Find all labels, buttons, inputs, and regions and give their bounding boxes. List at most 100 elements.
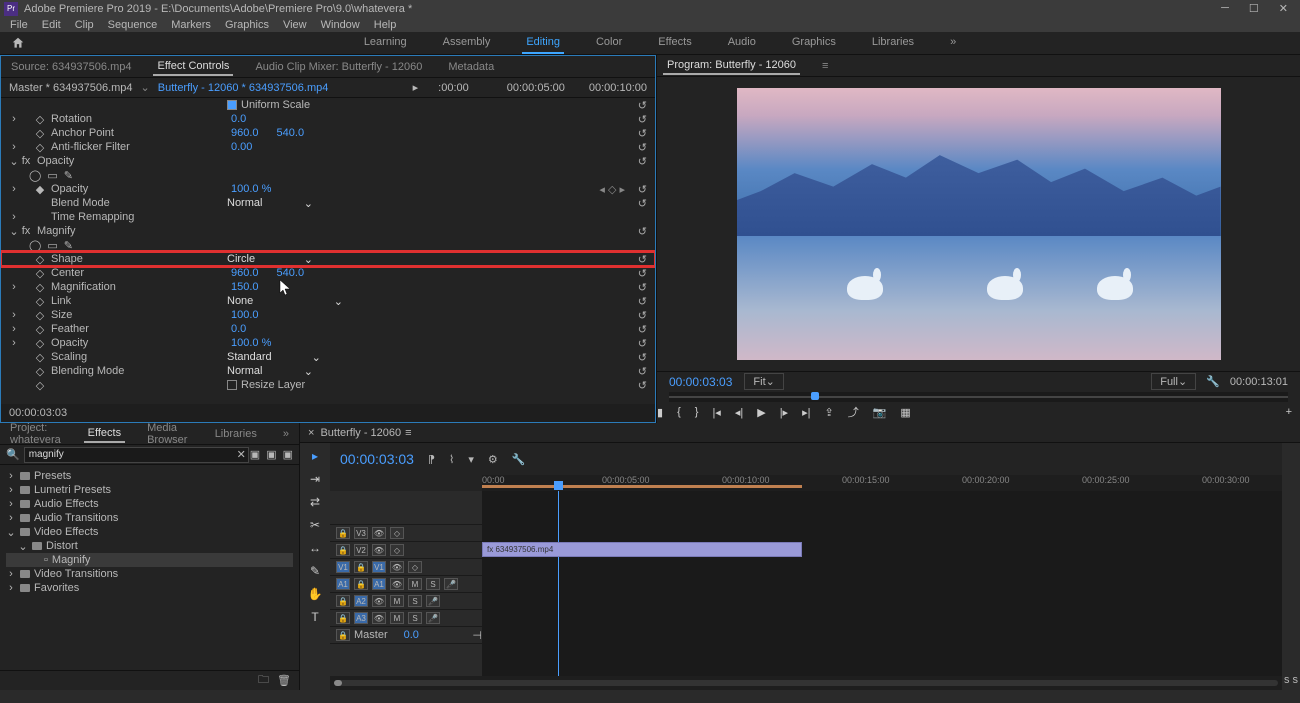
menu-graphics[interactable]: Graphics bbox=[219, 19, 275, 31]
reset-icon[interactable]: ↺ bbox=[638, 337, 647, 350]
panel-menu-icon[interactable]: ≡ bbox=[405, 427, 411, 439]
reset-icon[interactable]: ↺ bbox=[638, 267, 647, 280]
go-to-out-button[interactable]: ▸| bbox=[802, 406, 810, 419]
timeline-track-area[interactable]: fx 634937506.mp4 bbox=[482, 491, 1282, 676]
track-v2[interactable]: 🔒V2👁◇ bbox=[330, 542, 482, 559]
keyframe-toggle[interactable]: ◇ bbox=[33, 365, 47, 378]
go-to-in-button[interactable]: |◂ bbox=[712, 406, 720, 419]
wrench-icon[interactable]: 🔧 bbox=[512, 453, 526, 466]
size-value[interactable]: 100.0 bbox=[227, 309, 259, 321]
tab-program[interactable]: Program: Butterfly - 12060 bbox=[663, 57, 800, 75]
opacity-group-label[interactable]: Opacity bbox=[33, 155, 227, 167]
reset-icon[interactable]: ↺ bbox=[638, 281, 647, 294]
reset-icon[interactable]: ↺ bbox=[638, 309, 647, 322]
add-marker-button[interactable]: ▮ bbox=[657, 406, 663, 419]
keyframe-toggle[interactable]: ◇ bbox=[33, 113, 47, 126]
reset-icon[interactable]: ↺ bbox=[638, 365, 647, 378]
tree-favorites[interactable]: ›Favorites bbox=[6, 581, 293, 595]
master-clip-label[interactable]: Master * 634937506.mp4 bbox=[9, 82, 133, 94]
selection-tool[interactable]: ▸ bbox=[312, 449, 318, 463]
keyframe-toggle[interactable]: ◇ bbox=[33, 141, 47, 154]
tab-project[interactable]: Project: whatevera bbox=[6, 420, 66, 448]
keyframe-toggle[interactable]: ◇ bbox=[33, 351, 47, 364]
workspace-graphics[interactable]: Graphics bbox=[788, 32, 840, 54]
close-window-button[interactable]: ✕ bbox=[1279, 2, 1288, 15]
home-button[interactable] bbox=[8, 33, 28, 53]
reset-icon[interactable]: ↺ bbox=[638, 351, 647, 364]
tree-video-transitions[interactable]: ›Video Transitions bbox=[6, 567, 293, 581]
fx-badge[interactable]: fx bbox=[19, 225, 33, 237]
clear-search-icon[interactable]: ✕ bbox=[237, 448, 246, 461]
tree-lumetri[interactable]: ›Lumetri Presets bbox=[6, 483, 293, 497]
add-marker-icon[interactable]: ▾ bbox=[468, 453, 474, 466]
workspace-effects[interactable]: Effects bbox=[654, 32, 695, 54]
menu-view[interactable]: View bbox=[277, 19, 313, 31]
step-back-button[interactable]: ◂| bbox=[735, 406, 743, 419]
type-tool[interactable]: T bbox=[311, 610, 318, 624]
blending-mode-dropdown[interactable]: Normal bbox=[227, 365, 317, 378]
effect-controls-timecode[interactable]: 00:00:03:03 bbox=[9, 407, 67, 419]
center-y-value[interactable]: 540.0 bbox=[273, 267, 305, 279]
accelerated-filter-icon[interactable]: ▣ bbox=[250, 448, 260, 461]
shape-dropdown[interactable]: Circle bbox=[227, 253, 317, 266]
resolution-dropdown[interactable]: Full ⌄ bbox=[1151, 373, 1196, 390]
workspace-libraries[interactable]: Libraries bbox=[868, 32, 918, 54]
yuv-filter-icon[interactable]: ▣ bbox=[283, 448, 293, 461]
reset-icon[interactable]: ↺ bbox=[638, 379, 647, 392]
tree-magnify[interactable]: ▫Magnify bbox=[6, 553, 293, 567]
menu-file[interactable]: File bbox=[4, 19, 34, 31]
link-dropdown[interactable]: None bbox=[227, 295, 347, 308]
ripple-edit-tool[interactable]: ⇄ bbox=[310, 495, 320, 509]
reset-icon[interactable]: ↺ bbox=[638, 141, 647, 154]
reset-icon[interactable]: ↺ bbox=[638, 113, 647, 126]
menu-edit[interactable]: Edit bbox=[36, 19, 67, 31]
reset-icon[interactable]: ↺ bbox=[638, 99, 647, 112]
resize-layer-checkbox[interactable] bbox=[227, 380, 237, 390]
opacity-value[interactable]: 100.0 % bbox=[227, 183, 271, 195]
tab-source[interactable]: Source: 634937506.mp4 bbox=[7, 59, 135, 75]
tab-effect-controls[interactable]: Effect Controls bbox=[153, 58, 233, 76]
blend-mode-dropdown[interactable]: Normal bbox=[227, 197, 317, 210]
anchor-x-value[interactable]: 960.0 bbox=[227, 127, 259, 139]
workspace-color[interactable]: Color bbox=[592, 32, 626, 54]
tab-audio-clip-mixer[interactable]: Audio Clip Mixer: Butterfly - 12060 bbox=[251, 59, 426, 75]
workspace-assembly[interactable]: Assembly bbox=[439, 32, 495, 54]
program-video-display[interactable] bbox=[737, 88, 1221, 360]
rect-mask-icon[interactable]: ▭ bbox=[47, 239, 57, 252]
reset-icon[interactable]: ↺ bbox=[638, 295, 647, 308]
reset-icon[interactable]: ↺ bbox=[638, 323, 647, 336]
extract-button[interactable]: ⤴ bbox=[848, 404, 859, 420]
rotation-value[interactable]: 0.0 bbox=[227, 113, 246, 125]
keyframe-toggle[interactable]: ◇ bbox=[33, 295, 47, 308]
panel-menu-icon[interactable]: ≡ bbox=[818, 58, 832, 74]
tree-video-effects[interactable]: ⌄Video Effects bbox=[6, 525, 293, 539]
menu-help[interactable]: Help bbox=[368, 19, 403, 31]
keyframe-toggle[interactable]: ◇ bbox=[33, 127, 47, 140]
keyframe-toggle[interactable]: ◇ bbox=[33, 337, 47, 350]
keyframe-toggle[interactable]: ◇ bbox=[33, 323, 47, 336]
ellipse-mask-icon[interactable]: ◯ bbox=[29, 239, 41, 252]
reset-icon[interactable]: ↺ bbox=[638, 183, 647, 196]
track-v3[interactable]: 🔒V3👁◇ bbox=[330, 525, 482, 542]
timeline-ruler[interactable]: 00:00 00:00:05:00 00:00:10:00 00:00:15:0… bbox=[482, 475, 1282, 491]
timeline-settings-icon[interactable]: ⚙ bbox=[488, 453, 498, 466]
keyframe-toggle[interactable]: ◇ bbox=[33, 379, 47, 392]
timeline-timecode[interactable]: 00:00:03:03 bbox=[340, 451, 414, 467]
reset-icon[interactable]: ↺ bbox=[638, 155, 647, 168]
new-bin-icon[interactable]: 🗀 bbox=[258, 671, 269, 690]
tree-audio-effects[interactable]: ›Audio Effects bbox=[6, 497, 293, 511]
zoom-fit-dropdown[interactable]: Fit ⌄ bbox=[744, 373, 783, 390]
delete-icon[interactable]: 🗑 bbox=[277, 674, 291, 687]
keyframe-toggle[interactable]: ◇ bbox=[33, 281, 47, 294]
center-x-value[interactable]: 960.0 bbox=[227, 267, 259, 279]
menu-window[interactable]: Window bbox=[315, 19, 366, 31]
antiflicker-value[interactable]: 0.00 bbox=[227, 141, 252, 153]
track-a2[interactable]: 🔒A2👁MS🎤 bbox=[330, 593, 482, 610]
tab-libraries[interactable]: Libraries bbox=[211, 426, 261, 442]
workspace-overflow[interactable]: » bbox=[946, 32, 960, 54]
scaling-dropdown[interactable]: Standard bbox=[227, 351, 317, 364]
track-master[interactable]: 🔒Master0.0⊣ bbox=[330, 627, 482, 644]
uniform-scale-checkbox[interactable] bbox=[227, 100, 237, 110]
anchor-y-value[interactable]: 540.0 bbox=[273, 127, 305, 139]
play-only-button[interactable]: ▸ bbox=[413, 81, 419, 94]
